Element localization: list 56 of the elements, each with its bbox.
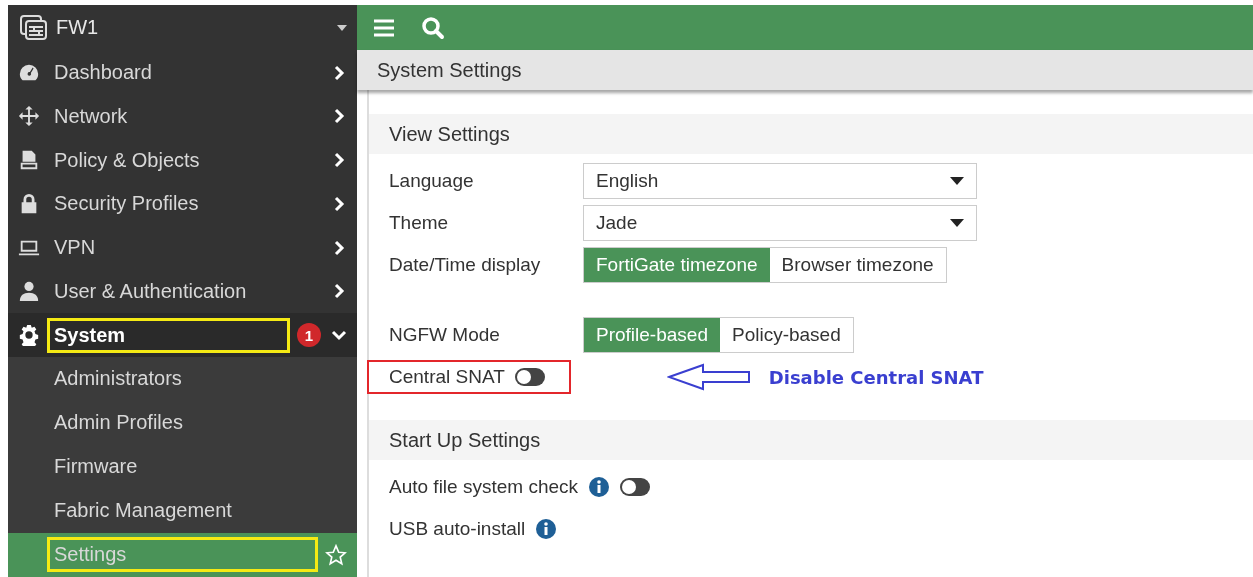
menu-label: User & Authentication	[53, 278, 248, 304]
submenu-item[interactable]: Fabric Management	[8, 489, 357, 533]
menu-icon[interactable]	[373, 17, 395, 38]
menu-label: Dashboard	[53, 60, 153, 86]
menu-item[interactable]: User & Authentication	[8, 269, 357, 314]
info-icon[interactable]	[588, 476, 611, 498]
menu-label: Admin Profiles	[53, 410, 184, 436]
menu-label: Fabric Management	[53, 498, 233, 524]
menu-item[interactable]: VPN	[8, 225, 357, 270]
star-icon[interactable]	[325, 544, 347, 566]
field-label: USB auto-install	[389, 518, 526, 540]
field-label: Language	[389, 170, 475, 192]
segment-button[interactable]: FortiGate timezone	[584, 248, 770, 282]
menu-label: Network	[53, 103, 129, 129]
device-name[interactable]: FW1	[56, 16, 329, 40]
field-label: Theme	[389, 212, 450, 234]
arrow-icon	[666, 363, 751, 391]
menu-label: Security Profiles	[53, 191, 200, 217]
menu-label: Administrators	[53, 366, 183, 392]
info-icon[interactable]	[535, 518, 558, 540]
caret-icon	[950, 177, 964, 185]
move-arrows-icon	[18, 105, 40, 128]
menu-item[interactable]: Policy & Objects	[8, 138, 357, 182]
menu-item[interactable]: System 1	[8, 313, 357, 357]
firewall-icon	[20, 14, 48, 41]
menu-label: VPN	[53, 235, 97, 261]
segment-button[interactable]: Profile-based	[584, 318, 720, 352]
field-label: NGFW Mode	[389, 324, 501, 346]
menu-item[interactable]: Security Profiles	[8, 182, 357, 226]
field-label: Date/Time display	[389, 254, 542, 276]
menu-label: Firmware	[53, 454, 139, 480]
menu-label: Settings	[50, 540, 315, 570]
toggle-switch[interactable]	[514, 368, 545, 386]
dropdown-field[interactable]: English	[583, 163, 977, 199]
dropdown-field[interactable]: Jade	[583, 205, 977, 241]
search-icon[interactable]	[421, 15, 445, 40]
annotation-text: Disable Central SNAT	[768, 366, 984, 388]
section-header: Start Up Settings	[369, 420, 1253, 460]
submenu-item[interactable]: Firmware	[8, 445, 357, 489]
section-header: View Settings	[369, 114, 1253, 154]
menu-label: System	[50, 320, 287, 350]
caret-icon	[950, 219, 964, 227]
field-label: Central SNAT	[389, 366, 505, 388]
document-icon	[18, 149, 40, 172]
notification-badge: 1	[297, 323, 321, 348]
menu-label: Policy & Objects	[53, 147, 201, 173]
menu-item[interactable]: Network	[8, 94, 357, 139]
field-label: Auto file system check	[389, 476, 579, 498]
gear-icon	[18, 324, 40, 347]
user-icon	[18, 280, 40, 303]
submenu-item[interactable]: Administrators	[8, 357, 357, 401]
toggle-switch[interactable]	[620, 478, 651, 496]
submenu-item[interactable]: Admin Profiles	[8, 401, 357, 445]
menu-item[interactable]: Dashboard	[8, 50, 357, 95]
page-title: System Settings	[357, 50, 1253, 90]
caret-icon[interactable]	[337, 24, 347, 31]
